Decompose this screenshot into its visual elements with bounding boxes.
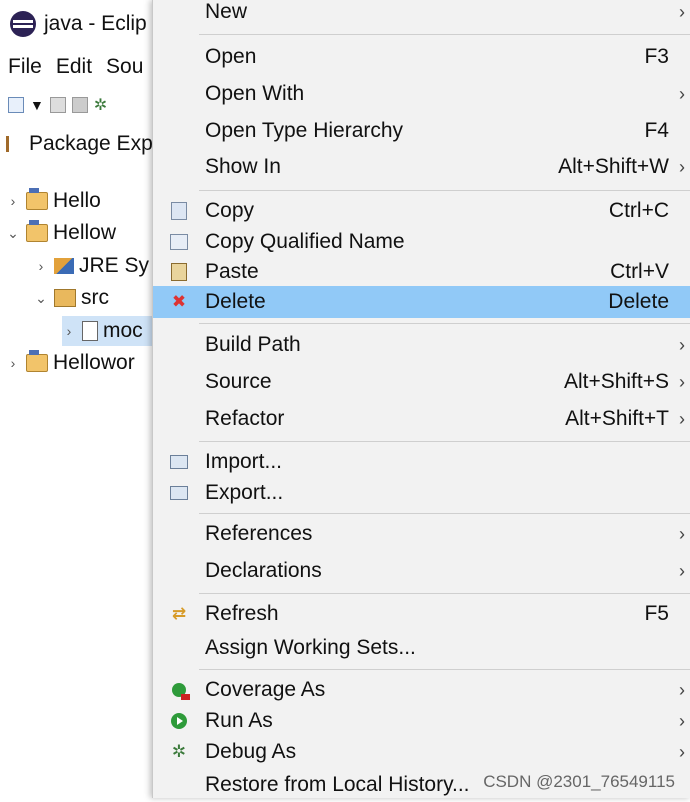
- menu-separator: [199, 593, 690, 594]
- tree-item-hello[interactable]: › Hello: [6, 186, 101, 216]
- copy-icon: [171, 202, 187, 220]
- menu-item-coverage-as[interactable]: Coverage As ›: [153, 673, 690, 707]
- debug-bug-icon: ✲: [171, 742, 187, 761]
- chevron-right-icon: ›: [679, 156, 685, 177]
- chevron-down-icon[interactable]: ⌄: [6, 225, 20, 242]
- menu-item-open-type-hierarchy[interactable]: Open Type Hierarchy F4: [153, 114, 690, 148]
- save-icon[interactable]: [49, 97, 66, 113]
- copy-qualified-name-icon: [170, 234, 188, 250]
- menu-separator: [199, 34, 690, 35]
- tree-item-src[interactable]: ⌄ src: [34, 283, 109, 313]
- chevron-right-icon: ›: [679, 710, 685, 731]
- title-bar: java - Eclip: [0, 0, 160, 48]
- library-icon: [54, 258, 74, 274]
- toolbar: ▼ ✲: [8, 93, 107, 117]
- tree-item-helloworld[interactable]: › Hellowor: [6, 348, 135, 378]
- package-explorer-icon: [6, 136, 19, 152]
- menu-item-refresh[interactable]: ⇄ Refresh F5: [153, 597, 690, 631]
- menu-separator: [199, 441, 690, 442]
- new-wizard-icon[interactable]: [8, 97, 24, 113]
- chevron-right-icon: ›: [679, 523, 685, 544]
- chevron-right-icon: ›: [679, 560, 685, 581]
- chevron-right-icon: ›: [679, 334, 685, 355]
- chevron-right-icon[interactable]: ›: [34, 258, 48, 274]
- menu-source[interactable]: Sou: [106, 55, 143, 85]
- save-all-icon[interactable]: [71, 97, 88, 113]
- menu-item-build-path[interactable]: Build Path ›: [153, 328, 690, 362]
- dropdown-arrow-icon[interactable]: ▼: [30, 97, 44, 113]
- import-icon: [170, 455, 188, 469]
- menu-file[interactable]: File: [8, 55, 42, 85]
- package-explorer-label: Package Exp: [29, 132, 153, 155]
- watermark: CSDN @2301_76549115: [483, 772, 675, 791]
- chevron-right-icon: ›: [679, 408, 685, 429]
- menu-item-references[interactable]: References ›: [153, 517, 690, 551]
- menu-item-refactor[interactable]: Refactor Alt+Shift+T ›: [153, 402, 690, 436]
- menu-item-source[interactable]: Source Alt+Shift+S ›: [153, 365, 690, 399]
- java-file-icon: [82, 321, 98, 341]
- menu-item-declarations[interactable]: Declarations ›: [153, 554, 690, 588]
- run-icon: [171, 713, 187, 729]
- menu-item-show-in[interactable]: Show In Alt+Shift+W ›: [153, 150, 690, 184]
- menu-item-export[interactable]: Export...: [153, 476, 690, 510]
- menu-edit[interactable]: Edit: [56, 55, 92, 85]
- chevron-right-icon[interactable]: ›: [62, 323, 76, 339]
- menu-separator: [199, 323, 690, 324]
- chevron-right-icon[interactable]: ›: [6, 355, 20, 371]
- window-title: java - Eclip: [44, 12, 147, 35]
- menu-item-copy[interactable]: Copy Ctrl+C: [153, 194, 690, 228]
- menu-item-import[interactable]: Import...: [153, 445, 690, 479]
- menu-item-delete[interactable]: ✖ Delete Delete: [153, 286, 690, 318]
- debug-bug-icon[interactable]: ✲: [94, 95, 107, 115]
- tree-item-jre[interactable]: › JRE Sy: [34, 251, 149, 281]
- tree-item-hellow[interactable]: ⌄ Hellow: [6, 218, 116, 248]
- chevron-right-icon: ›: [679, 1, 685, 22]
- menu-separator: [199, 190, 690, 191]
- menu-bar: File Edit Sou: [0, 55, 149, 85]
- chevron-right-icon: ›: [679, 679, 685, 700]
- menu-item-debug-as[interactable]: ✲ Debug As ›: [153, 735, 690, 769]
- coverage-icon: [172, 683, 190, 700]
- menu-separator: [199, 669, 690, 670]
- menu-item-new[interactable]: New ›: [153, 0, 690, 29]
- paste-icon: [171, 263, 187, 281]
- menu-separator: [199, 513, 690, 514]
- chevron-right-icon: ›: [679, 83, 685, 104]
- chevron-right-icon[interactable]: ›: [6, 193, 20, 209]
- package-explorer-tab[interactable]: Package Exp: [6, 128, 153, 160]
- context-menu: New › Open F3 Open With › Open Type Hier…: [152, 0, 690, 798]
- chevron-down-icon[interactable]: ⌄: [34, 290, 48, 307]
- menu-item-open-with[interactable]: Open With ›: [153, 77, 690, 111]
- source-folder-icon: [54, 289, 76, 307]
- project-folder-icon: [26, 350, 48, 372]
- menu-item-copy-qualified-name[interactable]: Copy Qualified Name: [153, 225, 690, 259]
- menu-item-open[interactable]: Open F3: [153, 40, 690, 74]
- project-folder-icon: [26, 220, 48, 242]
- chevron-right-icon: ›: [679, 371, 685, 392]
- eclipse-logo-icon: [10, 11, 36, 37]
- refresh-icon: ⇄: [171, 604, 187, 623]
- menu-item-assign-working-sets[interactable]: Assign Working Sets...: [153, 631, 690, 665]
- menu-item-run-as[interactable]: Run As ›: [153, 704, 690, 738]
- project-folder-icon: [26, 188, 48, 210]
- export-icon: [170, 486, 188, 500]
- chevron-right-icon: ›: [679, 741, 685, 762]
- menu-item-paste[interactable]: Paste Ctrl+V: [153, 255, 690, 289]
- delete-icon: ✖: [171, 292, 187, 311]
